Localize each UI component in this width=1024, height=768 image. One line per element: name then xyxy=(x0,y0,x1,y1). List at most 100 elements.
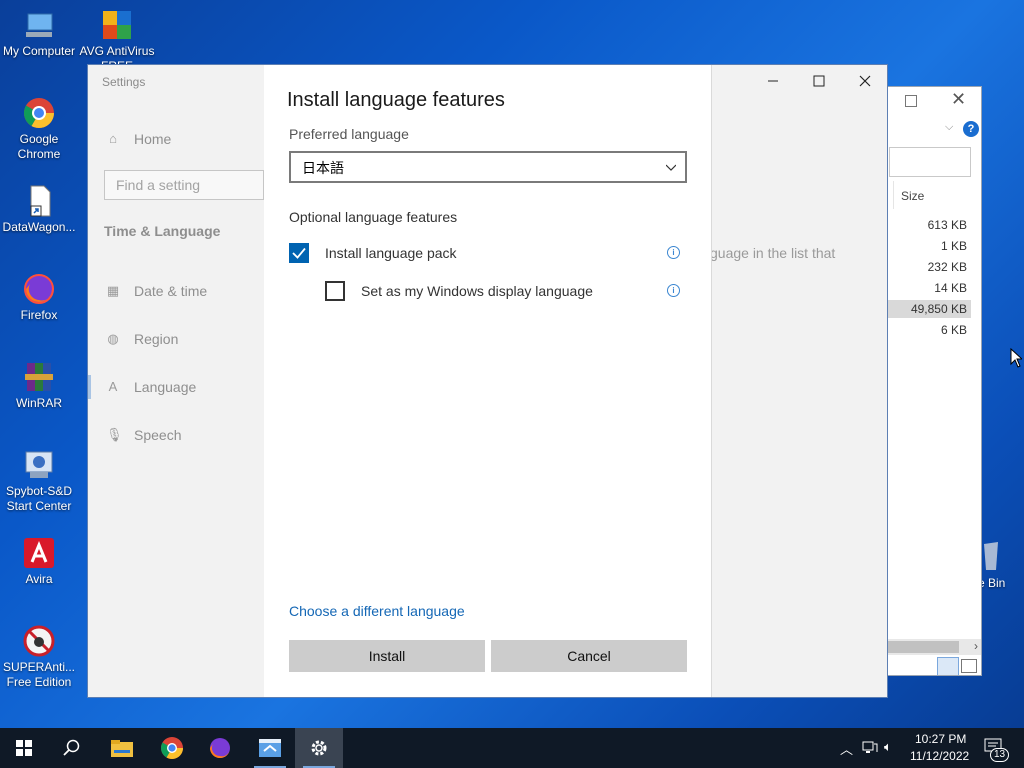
home-icon: ⌂ xyxy=(109,131,117,146)
desktop-icon-superantispyware[interactable]: SUPERAnti... Free Edition xyxy=(0,624,78,690)
info-icon[interactable]: i xyxy=(667,284,680,297)
minimize-button[interactable] xyxy=(750,65,796,97)
taskbar: ︿ 🔈︎ 10:27 PM 11/12/2022 13 xyxy=(0,728,1024,768)
volume-icon[interactable]: 🔈︎ xyxy=(884,739,892,755)
horizontal-scrollbar[interactable]: › xyxy=(881,639,981,655)
superantispyware-icon xyxy=(22,624,56,658)
taskbar-control-panel[interactable] xyxy=(246,728,294,768)
microphone-icon: 🎙 xyxy=(106,427,123,442)
large-icons-view-icon[interactable] xyxy=(961,659,977,673)
nav-date-time[interactable]: ▦ Date & time xyxy=(106,283,207,299)
chevron-down-icon[interactable]: ⌵ xyxy=(945,121,953,134)
install-language-pack-label[interactable]: Install language pack xyxy=(325,245,457,261)
avg-icon xyxy=(100,8,134,42)
preferred-language-label: Preferred language xyxy=(289,126,409,142)
language-icon: A xyxy=(108,379,118,394)
file-size-cell: 6 KB xyxy=(940,323,967,337)
minimize-icon xyxy=(768,80,778,82)
install-button[interactable]: Install xyxy=(289,640,485,672)
mouse-cursor-icon xyxy=(1010,348,1022,368)
cancel-button[interactable]: Cancel xyxy=(491,640,687,672)
taskbar-settings[interactable] xyxy=(295,728,343,768)
info-icon[interactable]: i xyxy=(667,246,680,259)
column-header-size[interactable]: Size xyxy=(901,189,924,203)
close-button[interactable] xyxy=(842,65,887,97)
chrome-icon xyxy=(22,96,56,130)
background-description: guage in the list that xyxy=(710,245,836,261)
nav-label: Date & time xyxy=(134,283,208,299)
optional-features-label: Optional language features xyxy=(289,209,458,225)
desktop-icon-avira[interactable]: Avira xyxy=(0,536,78,587)
taskbar-file-explorer[interactable] xyxy=(98,728,146,768)
install-language-pack-checkbox[interactable] xyxy=(289,243,309,263)
gear-icon xyxy=(311,740,327,756)
close-icon xyxy=(859,75,871,87)
explorer-search-input[interactable] xyxy=(889,147,971,177)
nav-home-label: Home xyxy=(134,131,172,147)
start-button[interactable] xyxy=(0,728,48,768)
desktop-icon-firefox[interactable]: Firefox xyxy=(0,272,78,323)
scroll-thumb[interactable] xyxy=(881,641,959,653)
set-display-language-checkbox[interactable] xyxy=(325,281,345,301)
chevron-down-icon xyxy=(666,164,676,171)
nav-language[interactable]: A Language xyxy=(106,379,197,395)
clock-date[interactable]: 11/12/2022 xyxy=(910,749,969,763)
firefox-icon xyxy=(22,272,56,306)
network-icon[interactable] xyxy=(862,740,878,757)
explorer-close-button[interactable]: ✕ xyxy=(951,89,966,110)
notification-count-badge: 13 xyxy=(990,748,1010,762)
settings-window[interactable]: Settings ⌂ Home Find a setting Time & La… xyxy=(87,64,888,698)
desktop-icon-label: Avira xyxy=(25,572,53,586)
desktop-icon-label: My Computer xyxy=(2,44,76,58)
desktop-icon-chrome[interactable]: Google Chrome xyxy=(0,96,78,162)
explorer-maximize-button[interactable] xyxy=(905,95,917,107)
taskbar-chrome[interactable] xyxy=(148,728,196,768)
section-header: Time & Language xyxy=(104,223,221,239)
file-explorer-window[interactable]: ✕ ⌵ ? Size 613 KB 1 KB 232 KB 14 KB 49,8… xyxy=(880,86,982,676)
file-size-cell: 613 KB xyxy=(927,218,967,232)
search-button[interactable] xyxy=(48,728,96,768)
window-title: Settings xyxy=(102,75,146,89)
nav-speech[interactable]: 🎙 Speech xyxy=(106,427,181,443)
search-icon xyxy=(63,739,80,756)
file-size-cell-selected: 49,850 KB xyxy=(884,300,971,318)
desktop-icon-avg[interactable]: AVG AntiVirus FREE xyxy=(78,8,156,66)
winrar-icon xyxy=(22,360,56,394)
desktop-icon-label: Google Chrome xyxy=(17,132,61,161)
desktop-icon-label: SUPERAnti... Free Edition xyxy=(2,660,76,689)
file-size-cell: 1 KB xyxy=(940,239,967,253)
help-icon[interactable]: ? xyxy=(963,121,979,137)
dialog-title: Install language features xyxy=(287,89,505,111)
desktop-icon-datawagon[interactable]: DataWagon... xyxy=(0,184,78,235)
desktop-icon-spybot[interactable]: Spybot-S&D Start Center xyxy=(0,448,78,514)
maximize-button[interactable] xyxy=(796,65,842,97)
chrome-icon xyxy=(161,737,183,759)
document-shortcut-icon xyxy=(22,184,56,218)
file-size-cell: 232 KB xyxy=(927,260,967,274)
spybot-icon xyxy=(22,448,56,482)
windows-logo-icon xyxy=(16,740,32,756)
nav-home[interactable]: ⌂ Home xyxy=(106,131,171,147)
firefox-icon xyxy=(210,738,231,758)
show-hidden-icons-button[interactable]: ︿ xyxy=(840,739,853,758)
details-view-icon[interactable] xyxy=(937,657,959,675)
desktop-icon-label: AVG AntiVirus FREE xyxy=(79,44,155,66)
set-display-language-label[interactable]: Set as my Windows display language xyxy=(361,283,593,299)
taskbar-firefox[interactable] xyxy=(196,728,244,768)
clock-time[interactable]: 10:27 PM xyxy=(915,732,966,746)
find-setting-input[interactable]: Find a setting xyxy=(104,170,264,200)
avira-icon xyxy=(22,536,56,570)
nav-label: Language xyxy=(134,379,197,395)
nav-region[interactable]: ◍ Region xyxy=(106,331,178,347)
chevron-right-icon[interactable]: › xyxy=(974,639,978,653)
choose-different-language-link[interactable]: Choose a different language xyxy=(289,603,465,619)
desktop-icon-my-computer[interactable]: My Computer xyxy=(0,8,78,59)
folder-icon xyxy=(111,740,133,757)
nav-label: Speech xyxy=(134,427,182,443)
recycle-bin-icon xyxy=(980,540,1000,574)
preferred-language-select[interactable]: 日本語 xyxy=(289,151,687,183)
nav-label: Region xyxy=(134,331,179,347)
desktop-icon-winrar[interactable]: WinRAR xyxy=(0,360,78,411)
calendar-icon: ▦ xyxy=(106,283,120,298)
window-app-icon xyxy=(259,739,281,757)
